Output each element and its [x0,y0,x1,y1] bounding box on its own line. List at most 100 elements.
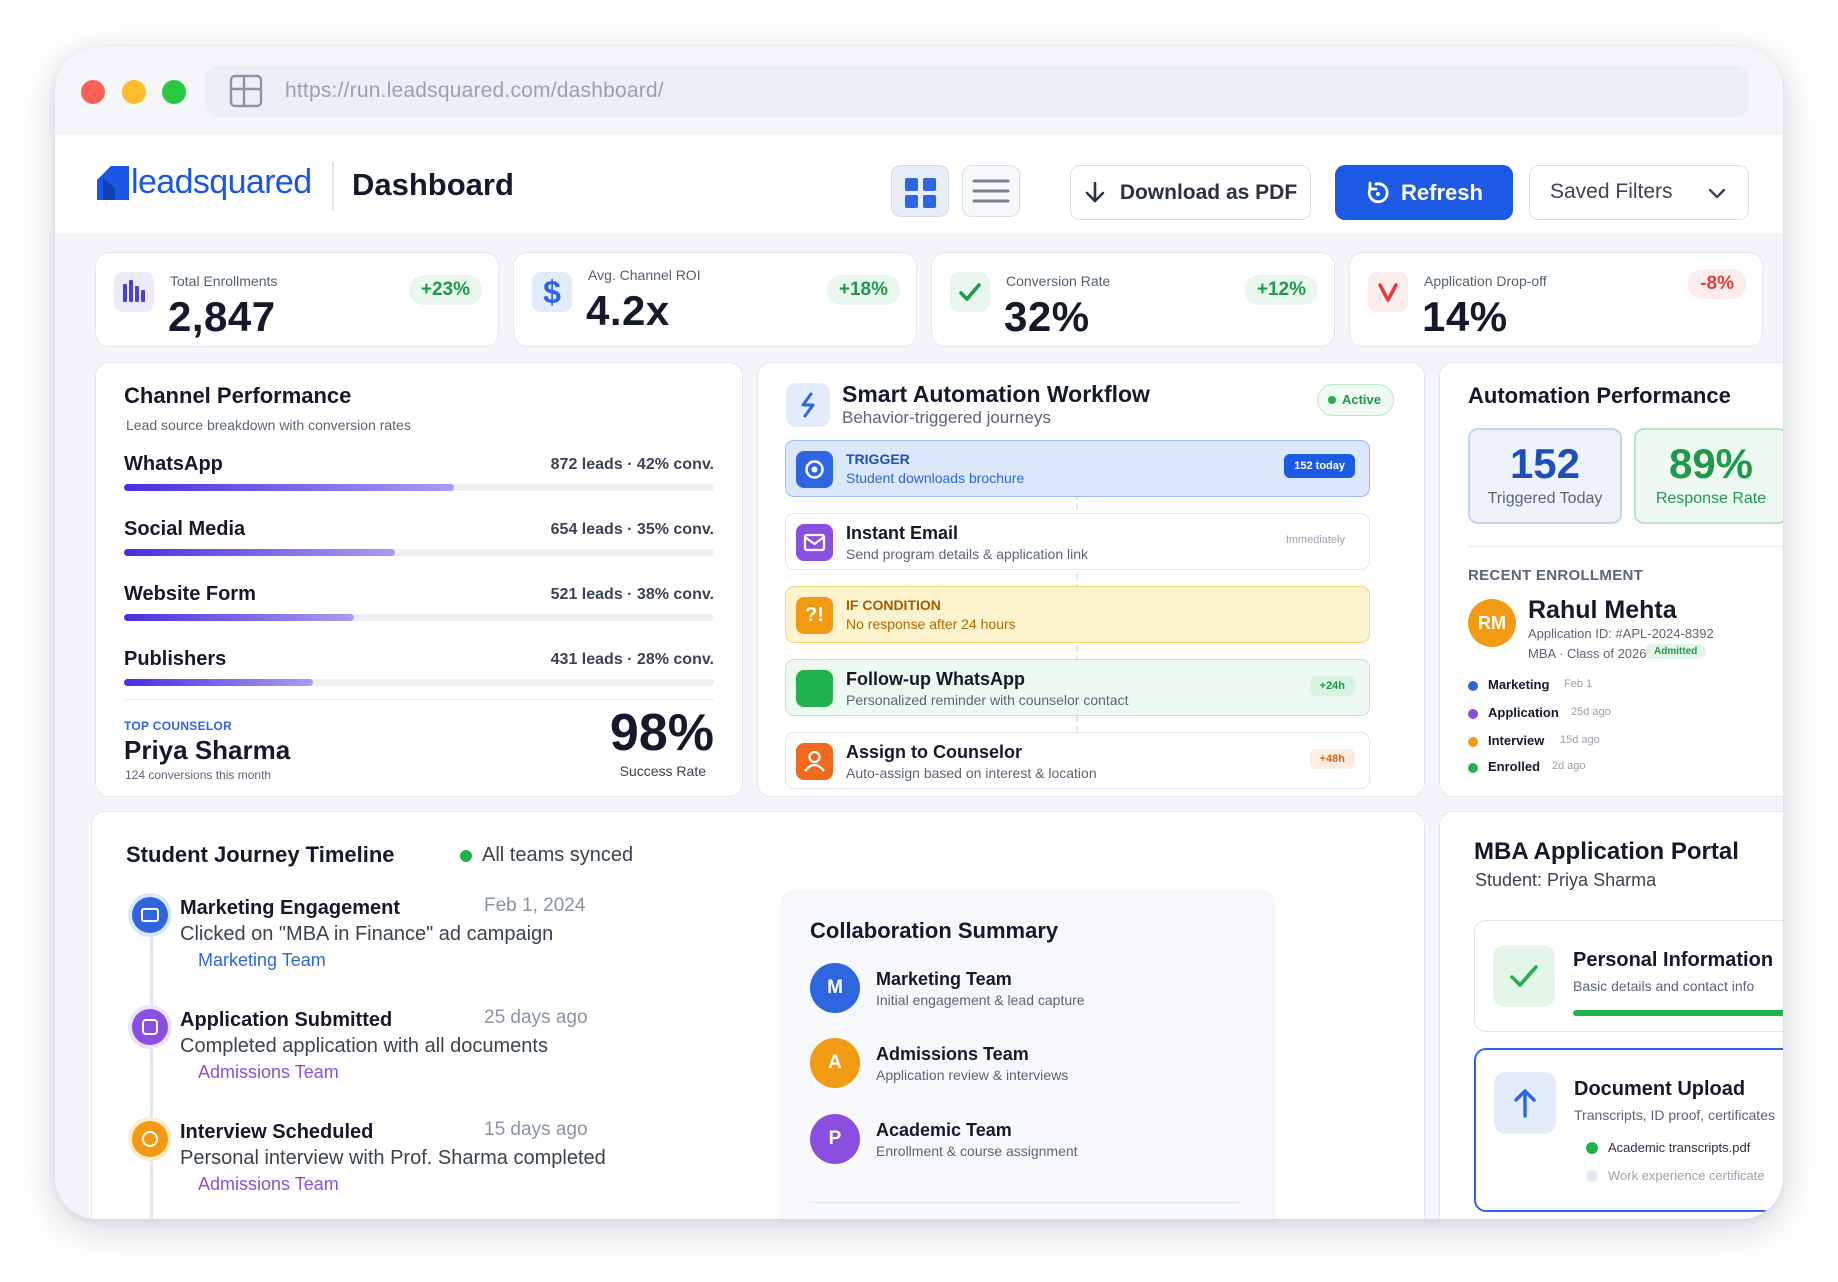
app-header: leadsquared Dashboard Download as PDF Re… [55,135,1783,235]
team-description: Enrollment & course assignment [876,1143,1078,1159]
step-title: TRIGGER [846,451,910,467]
workflow-step-if-condition[interactable]: ?! IF CONDITION No response after 24 hou… [785,586,1370,643]
channel-progress-track [124,614,714,621]
document-upload-step[interactable]: Document Upload Transcripts, ID proof, c… [1474,1048,1783,1212]
application-id: Application ID: #APL-2024-8392 [1528,626,1714,641]
team-name: Academic Team [876,1120,1012,1140]
triggered-today-value: 152 [1509,440,1581,487]
collaboration-summary-panel: Collaboration Summary M Marketing Team I… [780,890,1275,1219]
kpi-card-total-enrollments[interactable]: Total Enrollments 2,847 +23% [95,252,499,347]
step-title: Follow-up WhatsApp [846,669,1025,689]
workflow-subtitle: Behavior-triggered journeys [842,408,1051,427]
step-subtitle: Auto-assign based on interest & location [846,765,1097,781]
timeline-title: Marketing Engagement [180,897,401,919]
program-class: MBA · Class of 2026 [1528,646,1647,661]
workflow-title: Smart Automation Workflow [842,381,1150,407]
kpi-card-avg-channel-roi[interactable]: $ Avg. Channel ROI 4.2x +18% [513,252,917,347]
workflow-step-followup-whatsapp[interactable]: Follow-up WhatsApp Personalized reminder… [785,659,1370,716]
close-window-button[interactable] [81,80,105,104]
channel-name: WhatsApp [124,453,223,475]
leadsquared-logo[interactable]: leadsquared [97,163,312,202]
step-subtitle: Personalized reminder with counselor con… [846,692,1129,708]
saved-filters-label: Saved Filters [1550,180,1673,203]
team-description: Initial engagement & lead capture [876,992,1085,1008]
student-journey-card: Student Journey Timeline All teams synce… [91,811,1425,1219]
timeline-marker-icon [132,897,168,933]
chevron-down-icon [1708,188,1726,199]
success-rate-label: Success Rate [619,763,706,779]
kpi-card-application-dropoff[interactable]: Application Drop-off 14% -8% [1349,252,1763,347]
kpi-label: Conversion Rate [1006,273,1111,289]
check-icon [950,272,990,312]
step-tag: Immediately [1285,534,1345,546]
channel-performance-card: Channel Performance Lead source breakdow… [95,362,743,797]
channel-stats: 431 leads · 28% conv. [550,651,714,668]
collab-team-marketing[interactable]: M Marketing Team Initial engagement & le… [810,963,1240,1017]
collab-team-academic[interactable]: P Academic Team Enrollment & course assi… [810,1114,1240,1168]
check-icon [1493,945,1555,1007]
step-subtitle: Send program details & application link [846,546,1089,562]
logo-text: leadsquared [131,163,312,201]
minimize-window-button[interactable] [122,80,146,104]
maximize-window-button[interactable] [162,80,186,104]
kpi-card-conversion-rate[interactable]: Conversion Rate 32% +12% [931,252,1335,347]
list-view-button[interactable] [962,165,1020,217]
address-bar[interactable]: https://run.leadsquared.com/dashboard/ [205,65,1749,117]
response-rate-label: Response Rate [1655,490,1767,507]
top-counselor-label: TOP COUNSELOR [124,719,233,733]
refresh-label: Refresh [1401,179,1483,205]
channel-row-whatsapp[interactable]: WhatsApp 872 leads · 42% conv. [124,453,714,503]
refresh-icon [1367,181,1389,203]
student-name[interactable]: Rahul Mehta [1528,596,1677,625]
channel-name: Website Form [124,583,256,605]
browser-window: https://run.leadsquared.com/dashboard/ l… [55,47,1783,1219]
workflow-step-instant-email[interactable]: Instant Email Send program details & app… [785,513,1370,570]
collab-team-admissions[interactable]: A Admissions Team Application review & i… [810,1038,1240,1092]
channel-stats: 872 leads · 42% conv. [550,456,714,473]
dashboard-content: leadsquared Dashboard Download as PDF Re… [55,135,1783,1219]
collaboration-title: Collaboration Summary [810,918,1059,943]
channel-row-website-form[interactable]: Website Form 521 leads · 38% conv. [124,583,714,633]
page-title: Dashboard [352,167,514,202]
download-icon [1085,181,1105,202]
success-rate-value: 98% [609,704,714,762]
timeline-description: Completed application with all documents [180,1035,548,1057]
user-icon [796,743,833,780]
channel-progress-fill [124,679,313,686]
event-dot [1468,681,1478,691]
event-time: 15d ago [1560,734,1600,746]
timeline-team: Admissions Team [198,1174,339,1194]
step-subtitle: Student downloads brochure [846,470,1025,486]
refresh-button[interactable]: Refresh [1335,165,1513,220]
channel-stats: 521 leads · 38% conv. [550,586,714,603]
workflow-step-trigger[interactable]: TRIGGER Student downloads brochure 152 t… [785,440,1370,497]
channel-row-publishers[interactable]: Publishers 431 leads · 28% conv. [124,648,714,698]
top-counselor-name: Priya Sharma [124,735,291,765]
channel-progress-fill [124,549,396,556]
document-item-transcripts[interactable]: Academic transcripts.pdf [1584,1140,1750,1155]
grid-view-button[interactable] [891,165,949,217]
kpi-value: 32% [1004,293,1090,340]
kpi-value: 14% [1422,293,1508,340]
saved-filters-dropdown[interactable]: Saved Filters [1529,165,1749,220]
triggered-today-stat: 152 Triggered Today [1468,428,1622,524]
portal-title: MBA Application Portal [1474,838,1739,865]
target-icon [796,451,833,488]
workflow-step-assign-counselor[interactable]: Assign to Counselor Auto-assign based on… [785,732,1370,789]
avatar: A [810,1038,860,1088]
url-text[interactable]: https://run.leadsquared.com/dashboard/ [285,79,664,103]
channel-name: Social Media [124,518,246,540]
document-item-work-certificate[interactable]: Work experience certificate [1584,1168,1765,1183]
timeline-item-application[interactable]: Application Submitted 25 days ago Comple… [132,1007,652,1104]
channel-row-social-media[interactable]: Social Media 654 leads · 35% conv. [124,518,714,568]
personal-information-step[interactable]: Personal Information Basic details and c… [1474,920,1783,1032]
timeline-marker-icon [132,1121,168,1157]
timeline-title: Interview Scheduled [180,1121,374,1143]
timeline-date: Feb 1, 2024 [484,895,586,916]
divider [810,1202,1240,1203]
timeline-item-marketing[interactable]: Marketing Engagement Feb 1, 2024 Clicked… [132,895,652,992]
timeline-item-interview[interactable]: Interview Scheduled 15 days ago Personal… [132,1119,652,1216]
download-pdf-button[interactable]: Download as PDF [1070,165,1311,220]
kpi-label: Avg. Channel ROI [588,267,701,283]
check-circle-icon [1468,763,1478,773]
